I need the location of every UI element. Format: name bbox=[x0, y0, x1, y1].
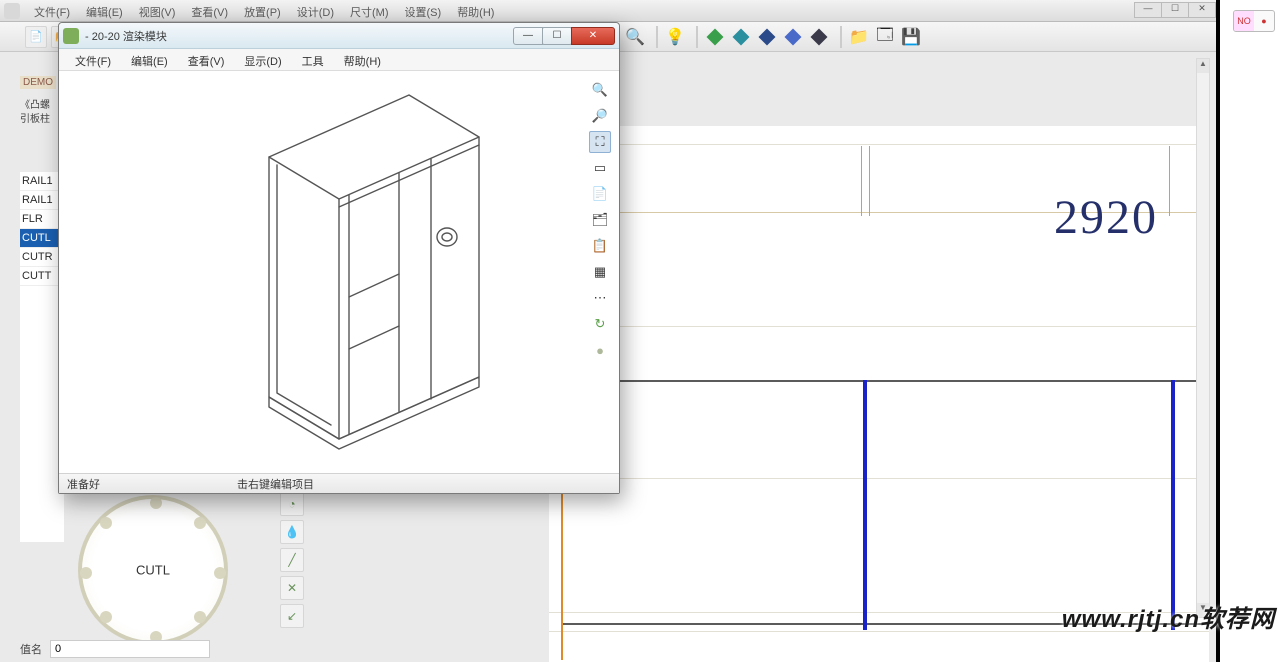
bottom-label: 值名 bbox=[20, 641, 42, 657]
folder-icon[interactable]: 📁 bbox=[848, 26, 870, 48]
zoom-out-icon[interactable]: 🔎 bbox=[589, 105, 611, 127]
cw-menu-file[interactable]: 文件(F) bbox=[65, 49, 121, 70]
zoom-in-icon[interactable]: 🔍 bbox=[589, 79, 611, 101]
diamond-teal-icon[interactable] bbox=[730, 26, 752, 48]
render-minimize-button[interactable]: — bbox=[513, 27, 543, 45]
app-icon bbox=[4, 3, 20, 19]
bottom-input-row: 值名 bbox=[20, 640, 210, 658]
watermark-text: www.rjtj.cn软荐网 bbox=[1062, 599, 1275, 634]
layers-icon[interactable]: 🗂 bbox=[589, 209, 611, 231]
search-icon[interactable]: 🔍 bbox=[624, 26, 646, 48]
diamond-dark-icon[interactable] bbox=[808, 26, 830, 48]
cw-menu-view[interactable]: 查看(V) bbox=[178, 49, 235, 70]
maximize-button[interactable]: ☐ bbox=[1161, 2, 1189, 18]
sub-label-1: 《凸螺 bbox=[20, 96, 50, 111]
new-doc-icon[interactable]: 📄 bbox=[25, 26, 47, 48]
toggle-right-dot-icon[interactable]: ● bbox=[1254, 11, 1274, 31]
sub-label-2: 引板柱 bbox=[20, 110, 50, 125]
render-window: - 20-20 渲染模块 — ☐ ✕ 文件(F) 编辑(E) 查看(V) 显示(… bbox=[58, 22, 620, 494]
tool-arrow-icon[interactable]: ↙ bbox=[280, 604, 304, 628]
diamond-blue-icon[interactable] bbox=[782, 26, 804, 48]
render-statusbar: 准备好 击右键编辑项目 bbox=[59, 473, 619, 493]
demo-label: DEMO bbox=[20, 76, 56, 89]
render-maximize-button[interactable]: ☐ bbox=[542, 27, 572, 45]
compass-widget[interactable]: CUTL bbox=[78, 495, 228, 645]
save-icon[interactable]: 💾 bbox=[900, 26, 922, 48]
cw-menu-help[interactable]: 帮助(H) bbox=[334, 49, 391, 70]
render-app-icon bbox=[63, 28, 79, 44]
left-tool-strip: ◔ 💧 ╱ ✕ ↙ bbox=[280, 492, 308, 632]
menu-file[interactable]: 文件(F) bbox=[26, 0, 78, 21]
right-margin: NO ● bbox=[1220, 0, 1280, 662]
status-dot-icon[interactable]: ● bbox=[589, 339, 611, 361]
menu-design[interactable]: 设计(D) bbox=[289, 0, 342, 21]
tool-line-icon[interactable]: ╱ bbox=[280, 548, 304, 572]
diamond-navy-icon[interactable] bbox=[756, 26, 778, 48]
vertical-scrollbar[interactable]: ▲ ▼ bbox=[1196, 58, 1210, 618]
dimension-value: 2920 bbox=[1054, 190, 1158, 245]
menu-view[interactable]: 视图(V) bbox=[131, 0, 184, 21]
menu-look[interactable]: 查看(V) bbox=[183, 0, 236, 21]
toggle-left[interactable]: NO bbox=[1234, 11, 1254, 31]
grid-icon[interactable]: ▦ bbox=[589, 261, 611, 283]
main-menubar: 文件(F) 编辑(E) 视图(V) 查看(V) 放置(P) 设计(D) 尺寸(M… bbox=[0, 0, 1218, 22]
menu-help[interactable]: 帮助(H) bbox=[449, 0, 502, 21]
render-side-tools: 🔍 🔎 ⛶ ▭ 📄 🗂 📋 ▦ ⋯ ↻ ● bbox=[589, 79, 613, 365]
render-title: - 20-20 渲染模块 bbox=[85, 28, 514, 44]
render-menubar: 文件(F) 编辑(E) 查看(V) 显示(D) 工具 帮助(H) bbox=[59, 49, 619, 71]
record-toggle[interactable]: NO ● bbox=[1233, 10, 1275, 32]
bottom-value-input[interactable] bbox=[50, 640, 210, 658]
select-icon[interactable]: ▭ bbox=[589, 157, 611, 179]
menu-dim[interactable]: 尺寸(M) bbox=[342, 0, 397, 21]
diamond-green-icon[interactable] bbox=[704, 26, 726, 48]
isometric-cabinet-drawing bbox=[199, 87, 519, 467]
main-toolbar-right: 🔍 💡 📁 🗔 💾 bbox=[624, 22, 926, 52]
menu-settings[interactable]: 设置(S) bbox=[397, 0, 450, 21]
compass-label: CUTL bbox=[136, 563, 170, 578]
copy-icon[interactable]: 📋 bbox=[589, 235, 611, 257]
dot-icon[interactable]: ⋯ bbox=[589, 287, 611, 309]
refresh-icon[interactable]: ↻ bbox=[589, 313, 611, 335]
cw-menu-display[interactable]: 显示(D) bbox=[234, 49, 291, 70]
cw-menu-tools[interactable]: 工具 bbox=[292, 49, 334, 70]
page-icon[interactable]: 📄 bbox=[589, 183, 611, 205]
close-button[interactable]: ✕ bbox=[1188, 2, 1216, 18]
status-ready: 准备好 bbox=[67, 476, 237, 492]
tool-drop-icon[interactable]: 💧 bbox=[280, 520, 304, 544]
menu-place[interactable]: 放置(P) bbox=[236, 0, 289, 21]
main-window-controls: — ☐ ✕ bbox=[1135, 2, 1216, 18]
zoom-window-icon[interactable]: ⛶ bbox=[589, 131, 611, 153]
bulb-icon[interactable]: 💡 bbox=[664, 26, 686, 48]
tool-cross-icon[interactable]: ✕ bbox=[280, 576, 304, 600]
render-titlebar[interactable]: - 20-20 渲染模块 — ☐ ✕ bbox=[59, 23, 619, 49]
scroll-up-icon[interactable]: ▲ bbox=[1197, 59, 1209, 73]
menu-edit[interactable]: 编辑(E) bbox=[78, 0, 131, 21]
window-icon[interactable]: 🗔 bbox=[874, 26, 896, 48]
status-hint: 击右键编辑项目 bbox=[237, 476, 314, 492]
render-viewport[interactable]: 🔍 🔎 ⛶ ▭ 📄 🗂 📋 ▦ ⋯ ↻ ● bbox=[59, 71, 619, 473]
cw-menu-edit[interactable]: 编辑(E) bbox=[121, 49, 178, 70]
tool-sphere-icon[interactable]: ◔ bbox=[280, 492, 304, 516]
render-close-button[interactable]: ✕ bbox=[571, 27, 615, 45]
minimize-button[interactable]: — bbox=[1134, 2, 1162, 18]
